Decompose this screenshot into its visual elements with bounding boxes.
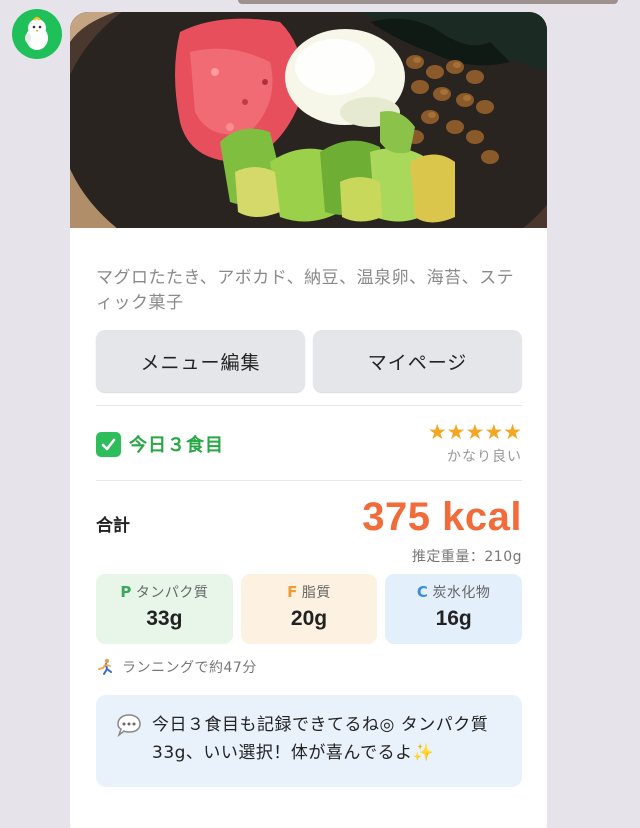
fat-name: 脂質 bbox=[301, 585, 331, 601]
estimated-weight: 推定重量：210g bbox=[411, 549, 522, 565]
carbs-value: 16g bbox=[435, 607, 472, 630]
top-strip bbox=[238, 0, 618, 4]
fat-value: 20g bbox=[290, 607, 328, 630]
meal-card: マグロたたき、アボカド、納豆、温泉卵、海苔、スティック菓子 メニュー編集 マイペ… bbox=[70, 12, 547, 828]
rating-label: かなり良い bbox=[447, 449, 522, 465]
my-page-button[interactable]: マイページ bbox=[313, 330, 522, 392]
carbs-box: C 炭水化物 16g bbox=[385, 574, 523, 644]
star-rating-icon: ★★★★★ bbox=[427, 420, 522, 444]
exercise-text: ランニングで約47分 bbox=[122, 660, 257, 676]
total-label: 合計 bbox=[96, 516, 130, 536]
fat-box: F 脂質 20g bbox=[240, 574, 378, 644]
meal-count-label: 今日３食目 bbox=[129, 435, 224, 456]
feedback-text: 今日３食目も記録できてるね◎ タンパク質 33g、いい選択！体が喜んでるよ✨ bbox=[152, 715, 489, 763]
action-buttons: メニュー編集 マイページ bbox=[96, 330, 522, 392]
protein-letter: P bbox=[120, 583, 132, 601]
total-kcal: 375 kcal bbox=[362, 495, 522, 539]
feedback-message: 今日３食目も記録できてるね◎ タンパク質 33g、いい選択！体が喜んでるよ✨ bbox=[96, 695, 522, 787]
carbs-letter: C bbox=[416, 583, 429, 601]
speech-bubble-icon bbox=[117, 714, 141, 737]
meal-description: マグロたたき、アボカド、納豆、温泉卵、海苔、スティック菓子 bbox=[96, 268, 515, 313]
meal-count-badge: 今日３食目 bbox=[96, 431, 224, 457]
rating: ★★★★★ かなり良い bbox=[428, 421, 522, 466]
divider bbox=[96, 480, 522, 481]
status-row: 今日３食目 ★★★★★ かなり良い bbox=[96, 406, 522, 480]
protein-box: P タンパク質 33g bbox=[96, 574, 233, 644]
protein-name: タンパク質 bbox=[135, 585, 209, 601]
macro-boxes: P タンパク質 33g F 脂質 20g C 炭水化物 16g bbox=[96, 574, 523, 644]
edit-menu-button[interactable]: メニュー編集 bbox=[96, 330, 305, 392]
checkmark-icon bbox=[96, 431, 121, 457]
runner-icon bbox=[98, 658, 112, 675]
bird-mascot-icon bbox=[25, 16, 48, 50]
total-row: 合計 375 kcal bbox=[96, 495, 522, 540]
avatar[interactable] bbox=[12, 9, 62, 59]
meal-photo bbox=[70, 12, 547, 228]
exercise-estimate: ランニングで約47分 bbox=[96, 657, 522, 677]
carbs-name: 炭水化物 bbox=[432, 585, 491, 601]
protein-value: 33g bbox=[146, 607, 183, 630]
fat-letter: F bbox=[287, 583, 298, 601]
